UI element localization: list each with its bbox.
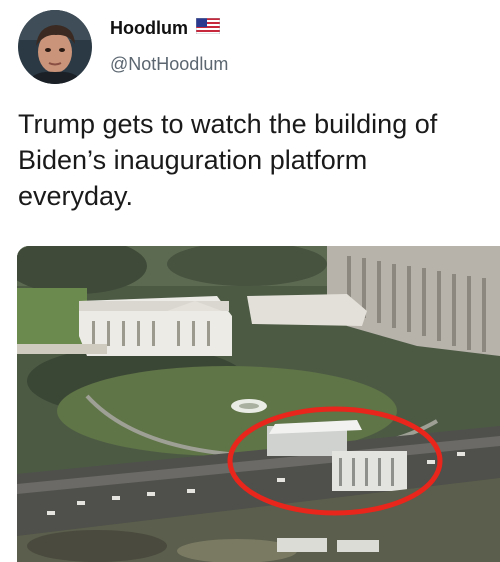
tweet-card: Hoodlum @NotHoodlum Trump gets to watch … [0,0,500,562]
us-flag-icon [195,17,221,39]
display-name[interactable]: Hoodlum [110,17,221,39]
avatar[interactable] [18,10,92,84]
display-name-text[interactable]: Hoodlum [110,18,188,39]
tweet-photo[interactable] [17,246,500,562]
tweet-text: Trump gets to watch the building of Bide… [18,109,438,211]
user-handle[interactable]: @NotHoodlum [110,54,228,75]
